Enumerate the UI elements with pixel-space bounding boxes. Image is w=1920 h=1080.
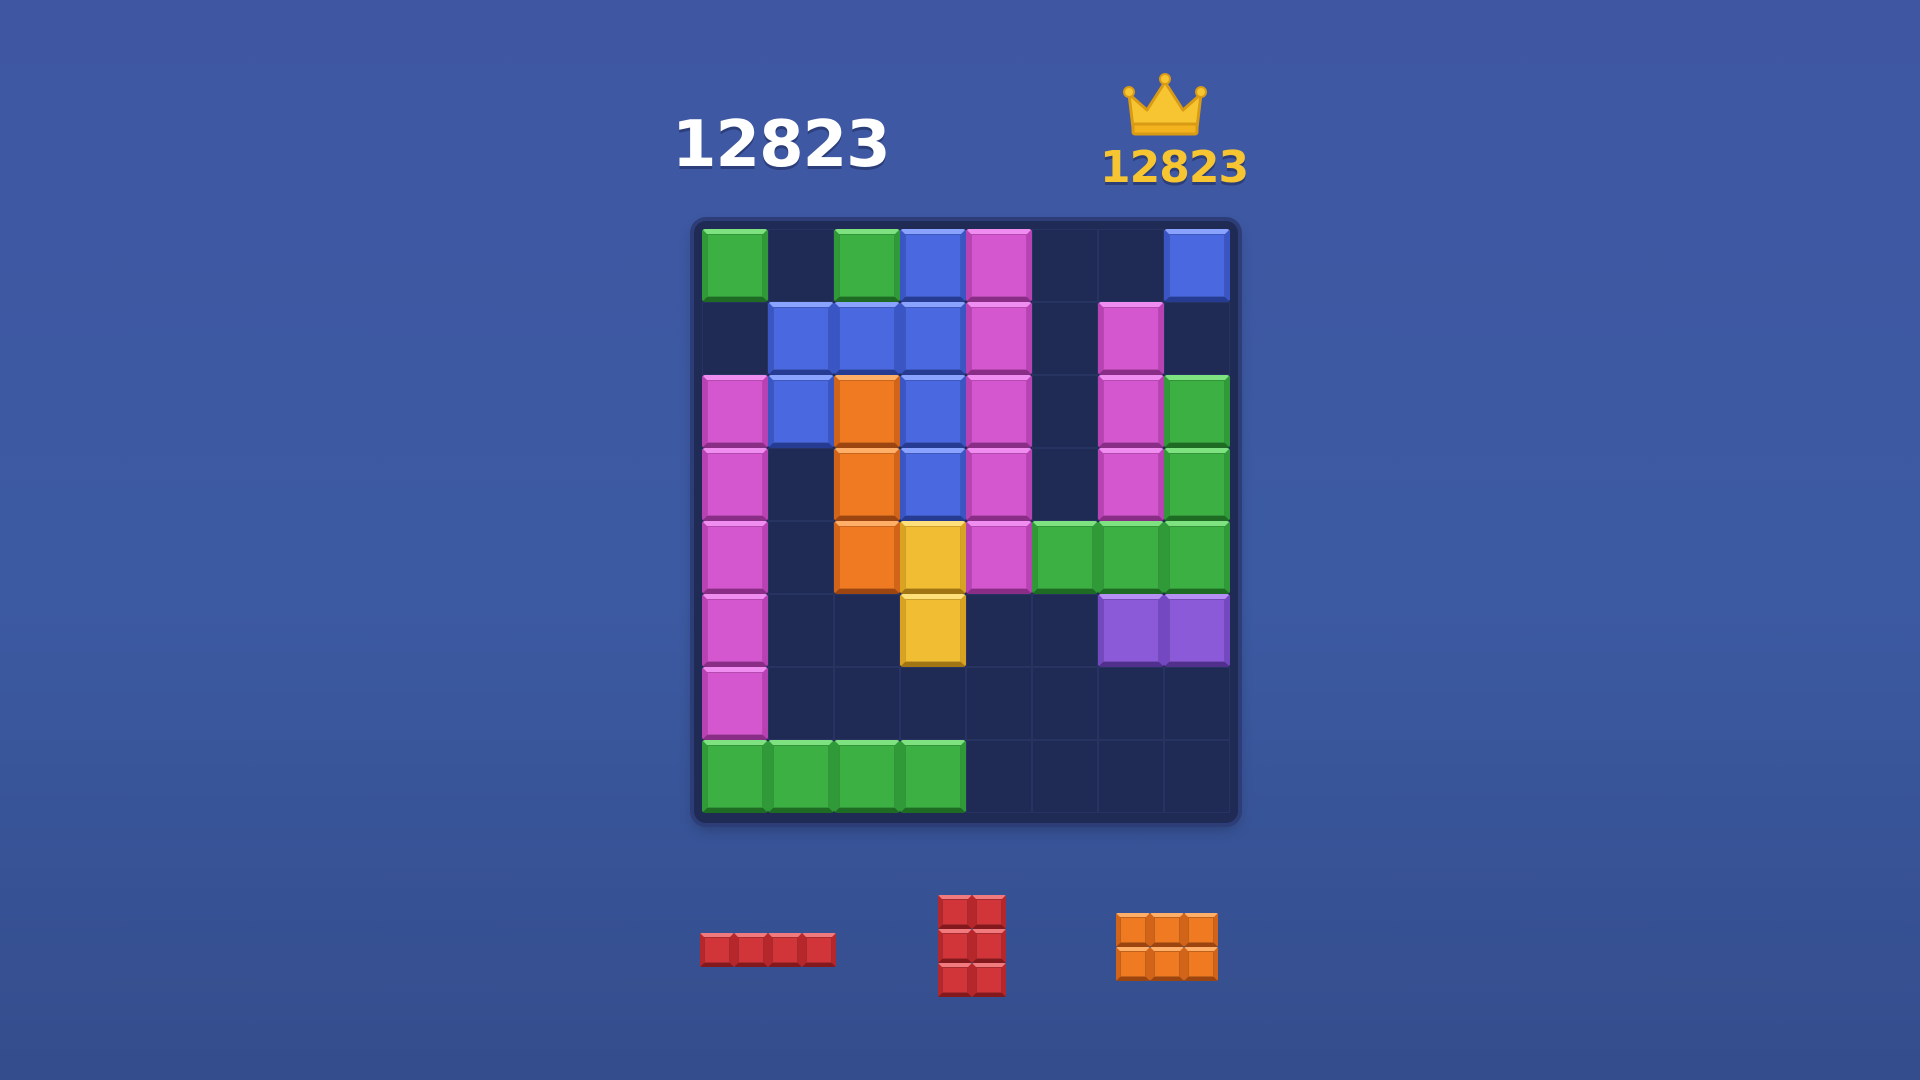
- piece-block: [734, 933, 768, 967]
- empty-cell[interactable]: [1032, 448, 1098, 521]
- piece-block: [1150, 913, 1184, 947]
- filled-cell[interactable]: [966, 229, 1032, 302]
- best-score: 12823: [1100, 142, 1249, 193]
- filled-cell[interactable]: [900, 521, 966, 594]
- empty-cell[interactable]: [1098, 229, 1164, 302]
- filled-cell[interactable]: [768, 302, 834, 375]
- filled-cell[interactable]: [834, 740, 900, 813]
- empty-cell[interactable]: [702, 302, 768, 375]
- empty-cell[interactable]: [966, 594, 1032, 667]
- filled-cell[interactable]: [900, 448, 966, 521]
- filled-cell[interactable]: [1164, 375, 1230, 448]
- filled-cell[interactable]: [702, 740, 768, 813]
- filled-cell[interactable]: [1098, 594, 1164, 667]
- piece-block: [802, 933, 836, 967]
- empty-cell[interactable]: [768, 229, 834, 302]
- empty-cell[interactable]: [1164, 740, 1230, 813]
- filled-cell[interactable]: [966, 521, 1032, 594]
- filled-cell[interactable]: [702, 448, 768, 521]
- empty-cell[interactable]: [768, 521, 834, 594]
- filled-cell[interactable]: [834, 229, 900, 302]
- empty-cell[interactable]: [1164, 302, 1230, 375]
- empty-cell[interactable]: [1098, 667, 1164, 740]
- empty-cell[interactable]: [966, 667, 1032, 740]
- filled-cell[interactable]: [966, 302, 1032, 375]
- filled-cell[interactable]: [1098, 302, 1164, 375]
- empty-cell[interactable]: [1032, 667, 1098, 740]
- piece-block: [1150, 947, 1184, 981]
- empty-cell[interactable]: [768, 448, 834, 521]
- empty-cell[interactable]: [1032, 740, 1098, 813]
- crown-icon: [1123, 73, 1207, 136]
- filled-cell[interactable]: [834, 448, 900, 521]
- filled-cell[interactable]: [1164, 521, 1230, 594]
- filled-cell[interactable]: [702, 667, 768, 740]
- empty-cell[interactable]: [768, 667, 834, 740]
- empty-cell[interactable]: [1098, 740, 1164, 813]
- filled-cell[interactable]: [768, 375, 834, 448]
- piece-block: [768, 933, 802, 967]
- game-board[interactable]: [694, 221, 1238, 823]
- piece-block: [1184, 947, 1218, 981]
- empty-cell[interactable]: [768, 594, 834, 667]
- empty-cell[interactable]: [900, 667, 966, 740]
- filled-cell[interactable]: [966, 448, 1032, 521]
- filled-cell[interactable]: [1164, 448, 1230, 521]
- filled-cell[interactable]: [1164, 594, 1230, 667]
- filled-cell[interactable]: [834, 521, 900, 594]
- filled-cell[interactable]: [900, 375, 966, 448]
- piece-block: [700, 933, 734, 967]
- empty-cell[interactable]: [834, 594, 900, 667]
- empty-cell[interactable]: [834, 667, 900, 740]
- filled-cell[interactable]: [900, 302, 966, 375]
- best-score-panel: 12823: [1100, 72, 1249, 193]
- filled-cell[interactable]: [900, 229, 966, 302]
- piece-slot-3[interactable]: [1116, 913, 1218, 981]
- filled-cell[interactable]: [1098, 521, 1164, 594]
- filled-cell[interactable]: [702, 594, 768, 667]
- piece-block: [1116, 947, 1150, 981]
- filled-cell[interactable]: [702, 375, 768, 448]
- filled-cell[interactable]: [834, 302, 900, 375]
- piece-block: [938, 929, 972, 963]
- filled-cell[interactable]: [702, 229, 768, 302]
- filled-cell[interactable]: [834, 375, 900, 448]
- piece-block: [972, 929, 1006, 963]
- filled-cell[interactable]: [1098, 375, 1164, 448]
- piece-block: [1116, 913, 1150, 947]
- filled-cell[interactable]: [1032, 521, 1098, 594]
- filled-cell[interactable]: [768, 740, 834, 813]
- piece-block: [1184, 913, 1218, 947]
- current-score: 12823: [672, 108, 891, 182]
- empty-cell[interactable]: [1032, 594, 1098, 667]
- piece-slot-2[interactable]: [938, 895, 1006, 997]
- empty-cell[interactable]: [1032, 229, 1098, 302]
- empty-cell[interactable]: [1032, 375, 1098, 448]
- piece-block: [938, 895, 972, 929]
- empty-cell[interactable]: [1164, 667, 1230, 740]
- filled-cell[interactable]: [1098, 448, 1164, 521]
- piece-block: [972, 895, 1006, 929]
- piece-block: [938, 963, 972, 997]
- board-grid[interactable]: [702, 229, 1230, 813]
- filled-cell[interactable]: [1164, 229, 1230, 302]
- piece-block: [972, 963, 1006, 997]
- filled-cell[interactable]: [702, 521, 768, 594]
- empty-cell[interactable]: [966, 740, 1032, 813]
- filled-cell[interactable]: [900, 594, 966, 667]
- filled-cell[interactable]: [900, 740, 966, 813]
- empty-cell[interactable]: [1032, 302, 1098, 375]
- filled-cell[interactable]: [966, 375, 1032, 448]
- piece-slot-1[interactable]: [700, 933, 836, 967]
